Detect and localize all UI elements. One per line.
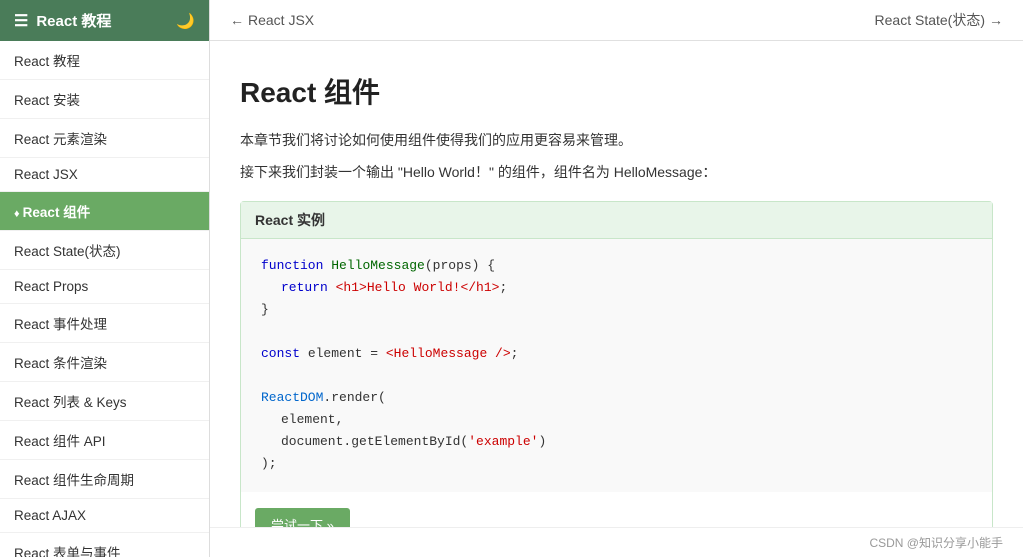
- moon-icon: 🌙: [176, 12, 195, 30]
- sidebar-item-9[interactable]: React 列表 & Keys: [0, 382, 209, 421]
- sidebar-item-5[interactable]: React State(状态): [0, 231, 209, 270]
- navigation-bar: React JSX React State(状态): [210, 0, 1023, 41]
- try-it-button[interactable]: 尝试一下 »: [255, 508, 350, 527]
- code-line-2: return <h1>Hello World!</h1>;: [261, 277, 972, 299]
- code-line-6: element,: [261, 409, 972, 431]
- sidebar: ☰ React 教程 🌙 React 教程React 安装React 元素渲染R…: [0, 0, 210, 557]
- code-line-blank2: [261, 365, 972, 387]
- sidebar-item-4[interactable]: React 组件: [0, 192, 209, 231]
- sidebar-item-6[interactable]: React Props: [0, 270, 209, 304]
- code-line-5: ReactDOM.render(: [261, 387, 972, 409]
- try-button-wrapper: 尝试一下 »: [241, 492, 992, 527]
- code-line-7: document.getElementById('example'): [261, 431, 972, 453]
- sidebar-item-10[interactable]: React 组件 API: [0, 421, 209, 460]
- page-desc-2: 接下来我们封装一个输出 "Hello World！" 的组件，组件名为 Hell…: [240, 161, 993, 185]
- code-content: function HelloMessage(props) { return <h…: [241, 239, 992, 492]
- code-line-1: function HelloMessage(props) {: [261, 255, 972, 277]
- sidebar-item-12[interactable]: React AJAX: [0, 499, 209, 533]
- page-title: React 组件: [240, 71, 993, 111]
- sidebar-item-8[interactable]: React 条件渲染: [0, 343, 209, 382]
- sidebar-title: React 教程: [36, 10, 111, 31]
- sidebar-header: ☰ React 教程 🌙: [0, 0, 209, 41]
- sidebar-item-1[interactable]: React 安装: [0, 80, 209, 119]
- sidebar-item-13[interactable]: React 表单与事件: [0, 533, 209, 557]
- sidebar-item-11[interactable]: React 组件生命周期: [0, 460, 209, 499]
- footer-note: CSDN @知识分享小能手: [210, 527, 1023, 557]
- sidebar-nav: React 教程React 安装React 元素渲染React JSXReact…: [0, 41, 209, 557]
- code-example-box: React 实例 function HelloMessage(props) { …: [240, 201, 993, 527]
- code-line-3: }: [261, 299, 972, 321]
- sidebar-item-7[interactable]: React 事件处理: [0, 304, 209, 343]
- sidebar-item-2[interactable]: React 元素渲染: [0, 119, 209, 158]
- next-link[interactable]: React State(状态): [875, 10, 1003, 30]
- sidebar-item-3[interactable]: React JSX: [0, 158, 209, 192]
- content-area: React 组件 本章节我们将讨论如何使用组件使得我们的应用更容易来管理。 接下…: [210, 41, 1023, 527]
- page-desc-1: 本章节我们将讨论如何使用组件使得我们的应用更容易来管理。: [240, 129, 993, 153]
- main-content: React JSX React State(状态) React 组件 本章节我们…: [210, 0, 1023, 557]
- menu-icon: ☰: [14, 11, 28, 31]
- code-line-8: );: [261, 453, 972, 475]
- code-line-blank1: [261, 321, 972, 343]
- prev-link[interactable]: React JSX: [230, 12, 314, 28]
- sidebar-item-0[interactable]: React 教程: [0, 41, 209, 80]
- code-line-4: const element = <HelloMessage />;: [261, 343, 972, 365]
- code-box-title: React 实例: [241, 202, 992, 239]
